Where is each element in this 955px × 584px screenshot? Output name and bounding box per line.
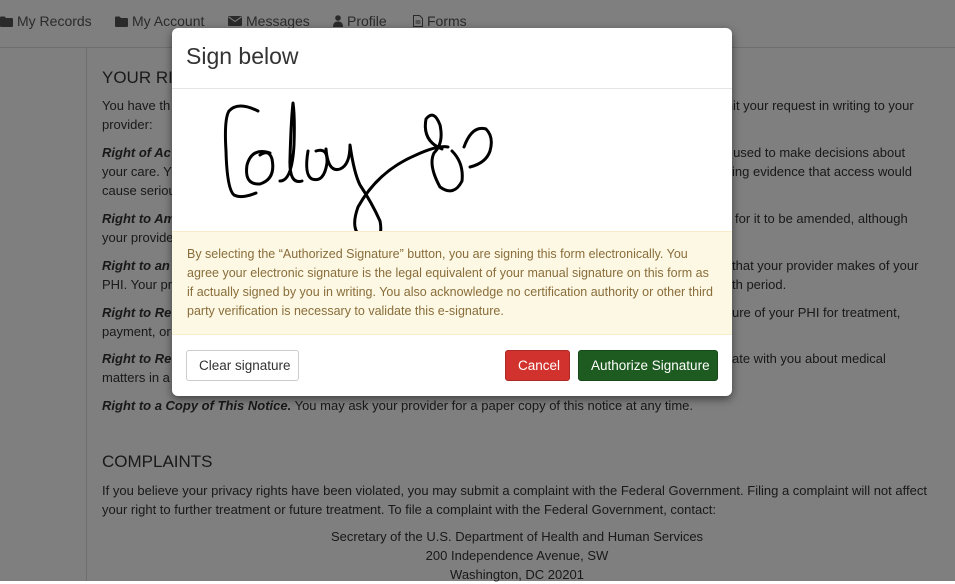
modal-title: Sign below <box>186 43 299 69</box>
clear-signature-button[interactable]: Clear signature <box>186 350 299 381</box>
signature-modal: Sign below By selecting the “Authorized … <box>172 28 732 396</box>
signature-drawing <box>223 101 493 241</box>
esignature-notice: By selecting the “Authorized Signature” … <box>172 231 732 335</box>
authorize-signature-button[interactable]: Authorize Signature <box>578 350 718 381</box>
modal-footer: Clear signature Cancel Authorize Signatu… <box>172 335 732 396</box>
cancel-button[interactable]: Cancel <box>505 350 570 381</box>
modal-header: Sign below <box>172 28 732 89</box>
signature-pad[interactable] <box>172 89 732 241</box>
